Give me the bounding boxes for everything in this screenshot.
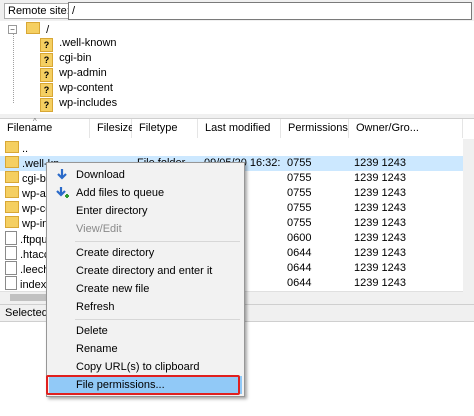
column-header-permissions[interactable]: Permissions <box>281 119 349 138</box>
perm-cell: 0755 <box>287 202 312 214</box>
remote-path-input[interactable]: / <box>68 2 472 20</box>
unknown-folder-icon: ? <box>40 83 53 97</box>
menu-label: Download <box>76 169 125 181</box>
add-to-queue-icon <box>56 187 69 198</box>
menu-item-copy-url[interactable]: Copy URL(s) to clipboard <box>49 358 242 376</box>
folder-icon <box>5 156 19 168</box>
folder-icon <box>5 216 19 228</box>
tree-item-label: wp-content <box>59 82 113 94</box>
sort-arrow-icon: ^ <box>33 117 37 126</box>
filename-text: .leech <box>20 264 50 276</box>
menu-item-download[interactable]: Download <box>49 166 242 184</box>
column-header-owner-group[interactable]: Owner/Gro... <box>349 119 463 138</box>
unknown-folder-icon: ? <box>40 53 53 67</box>
column-header-last-modified[interactable]: Last modified <box>198 119 281 138</box>
tree-item-label: cgi-bin <box>59 52 92 64</box>
file-icon <box>5 261 17 275</box>
folder-icon <box>5 201 19 213</box>
file-icon <box>5 231 17 245</box>
filename-text: .. <box>22 143 29 155</box>
remote-site-label: Remote site: <box>4 3 74 19</box>
menu-item-create-directory[interactable]: Create directory <box>49 244 242 262</box>
menu-item-view-edit: View/Edit <box>49 220 242 238</box>
menu-label: Delete <box>76 325 108 337</box>
filename-cell: .. <box>5 141 90 157</box>
table-row[interactable]: .. <box>0 141 474 156</box>
menu-label: Refresh <box>76 301 115 313</box>
menu-item-create-file[interactable]: Create new file <box>49 280 242 298</box>
owner-cell: 1239 1243 <box>354 232 406 244</box>
perm-cell: 0600 <box>287 232 312 244</box>
file-icon <box>5 246 17 260</box>
context-menu: Download Add files to queue Enter direct… <box>46 162 245 397</box>
tree-root-label: / <box>46 24 50 36</box>
folder-icon <box>5 171 19 183</box>
tree-item-well-known[interactable]: ? .well-known <box>40 36 117 52</box>
menu-label: Create directory and enter it <box>76 265 213 277</box>
column-header-filetype[interactable]: Filetype <box>132 119 198 138</box>
filename-text: wp-in <box>22 218 49 230</box>
owner-cell: 1239 1243 <box>354 157 406 169</box>
menu-item-refresh[interactable]: Refresh <box>49 298 242 316</box>
perm-cell: 0644 <box>287 247 312 259</box>
menu-label: Add files to queue <box>76 187 165 199</box>
perm-cell: 0755 <box>287 172 312 184</box>
tree-item-wp-content[interactable]: ? wp-content <box>40 81 113 97</box>
owner-cell: 1239 1243 <box>354 202 406 214</box>
perm-cell: 0755 <box>287 157 312 169</box>
owner-cell: 1239 1243 <box>354 172 406 184</box>
column-header-filesize[interactable]: Filesize <box>90 119 134 138</box>
file-icon <box>5 276 17 290</box>
menu-item-enter-directory[interactable]: Enter directory <box>49 202 242 220</box>
tree-connector <box>13 33 14 103</box>
filename-text: index <box>20 279 47 291</box>
menu-item-delete[interactable]: Delete <box>49 322 242 340</box>
filename-text: wp-a <box>22 188 46 200</box>
perm-cell: 0644 <box>287 277 312 289</box>
tree-item-wp-admin[interactable]: ? wp-admin <box>40 66 107 82</box>
tree-item-label: wp-admin <box>59 67 107 79</box>
menu-label: Create directory <box>76 247 155 259</box>
filename-text: .htacc <box>20 249 50 261</box>
owner-cell: 1239 1243 <box>354 247 406 259</box>
owner-cell: 1239 1243 <box>354 187 406 199</box>
perm-cell: 0644 <box>287 262 312 274</box>
owner-cell: 1239 1243 <box>354 262 406 274</box>
download-arrow-icon <box>57 169 67 180</box>
unknown-folder-icon: ? <box>40 98 53 112</box>
collapse-icon[interactable]: − <box>8 25 17 34</box>
tree-item-cgi-bin[interactable]: ? cgi-bin <box>40 51 92 67</box>
folder-icon <box>5 186 19 198</box>
remote-directory-tree: − / ? .well-known ? cgi-bin ? wp-admin ?… <box>0 21 474 115</box>
vertical-scrollbar[interactable] <box>463 139 474 305</box>
remote-site-bar: Remote site: / <box>0 0 474 22</box>
menu-item-add-to-queue[interactable]: Add files to queue <box>49 184 242 202</box>
owner-cell: 1239 1243 <box>354 277 406 289</box>
folder-icon <box>26 22 41 34</box>
perm-cell: 0755 <box>287 217 312 229</box>
filename-text: cgi-b <box>22 173 46 185</box>
unknown-folder-icon: ? <box>40 68 53 82</box>
menu-label: Rename <box>76 343 118 355</box>
tree-item-label: .well-known <box>59 37 117 49</box>
menu-separator <box>75 319 240 320</box>
folder-icon <box>5 141 19 153</box>
menu-separator <box>75 241 240 242</box>
menu-item-rename[interactable]: Rename <box>49 340 242 358</box>
menu-label: Enter directory <box>76 205 148 217</box>
perm-cell: 0755 <box>287 187 312 199</box>
tree-item-wp-includes[interactable]: ? wp-includes <box>40 96 118 112</box>
unknown-folder-icon: ? <box>40 38 53 52</box>
menu-label: Copy URL(s) to clipboard <box>76 361 200 373</box>
menu-label: Create new file <box>76 283 150 295</box>
highlight-box <box>46 375 240 395</box>
menu-item-create-directory-enter[interactable]: Create directory and enter it <box>49 262 242 280</box>
tree-item-label: wp-includes <box>59 97 118 109</box>
owner-cell: 1239 1243 <box>354 217 406 229</box>
column-header-filename[interactable]: Filename <box>0 119 90 138</box>
filename-text: .ftpqu <box>20 234 48 246</box>
menu-label: View/Edit <box>76 223 122 235</box>
tree-root[interactable]: − / <box>8 22 49 37</box>
